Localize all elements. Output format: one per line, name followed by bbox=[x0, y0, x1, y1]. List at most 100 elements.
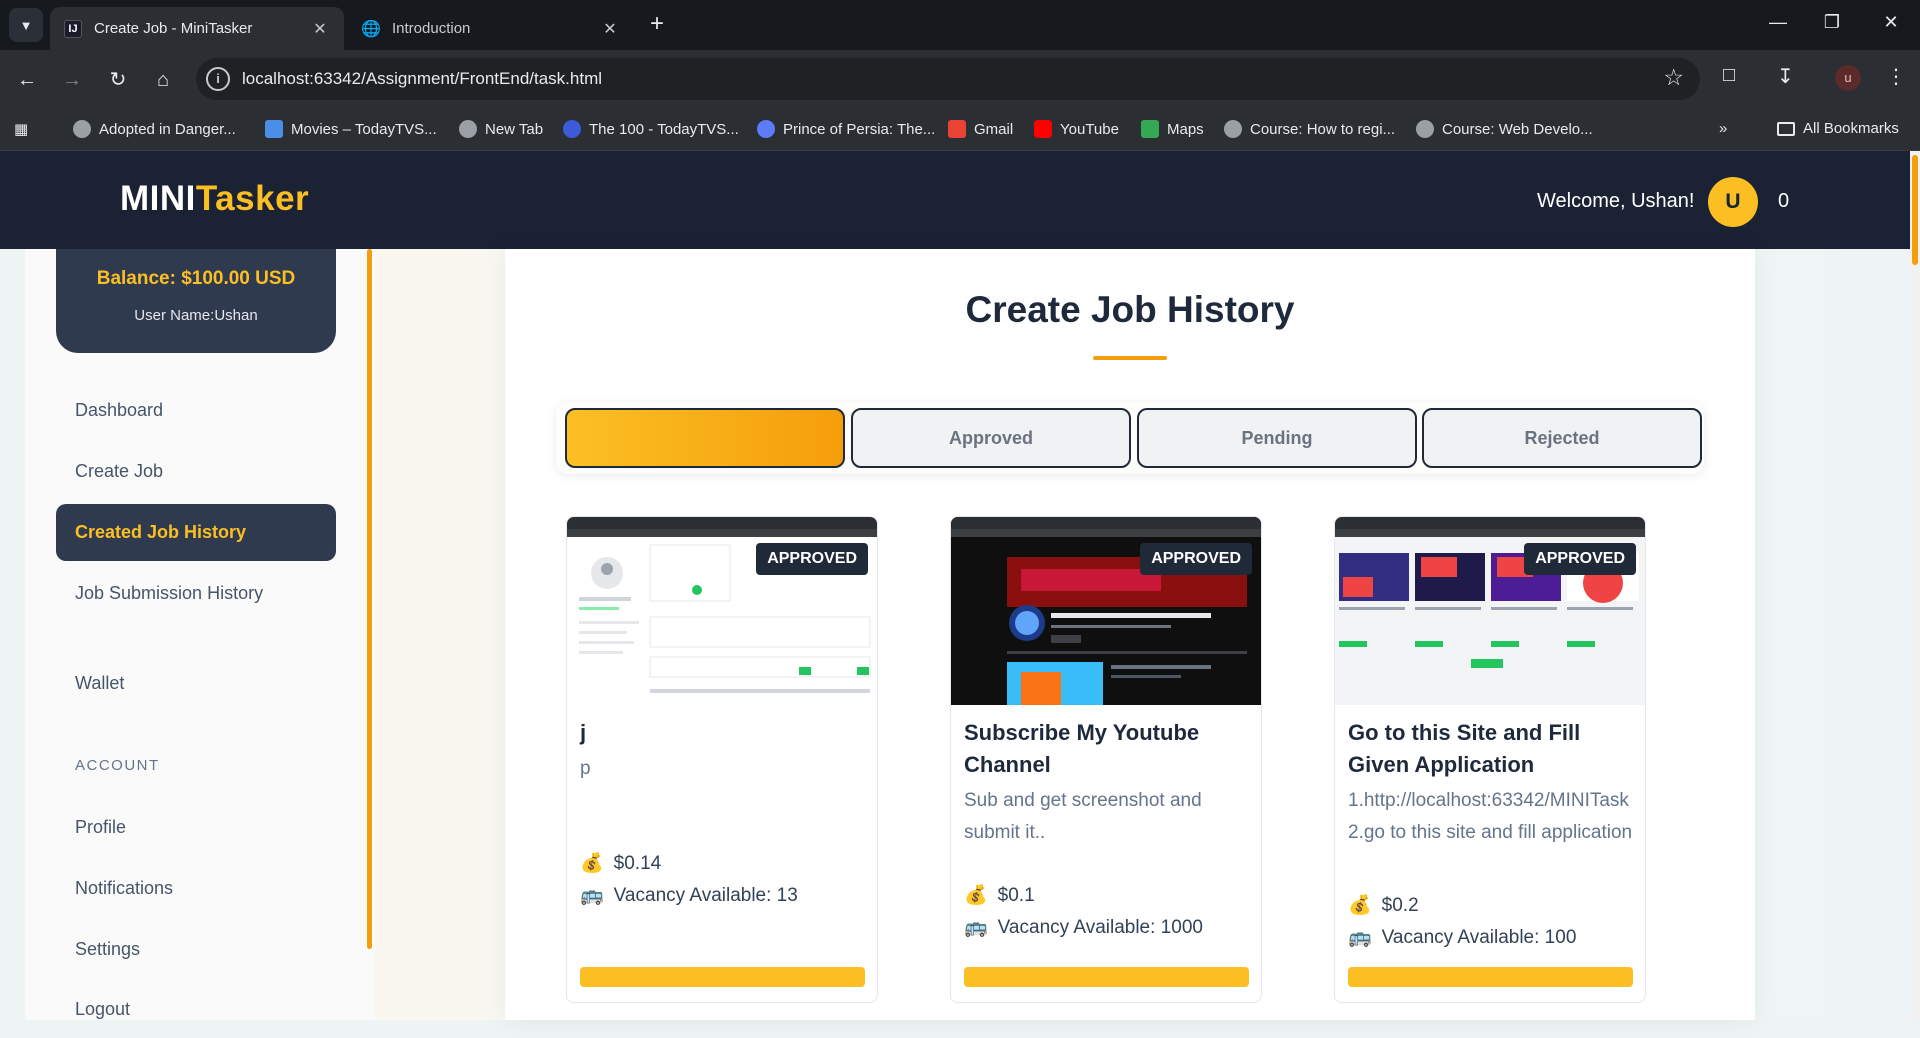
job-price: 💰 $0.2 bbox=[1348, 893, 1419, 917]
logo-part-tasker: Tasker bbox=[195, 179, 310, 218]
bus-icon: 🚌 bbox=[580, 885, 604, 906]
card-action-button[interactable] bbox=[580, 967, 865, 987]
notification-count[interactable]: 0 bbox=[1778, 190, 1789, 213]
tab-pending[interactable]: Pending bbox=[1137, 408, 1417, 468]
sidebar-item-wallet[interactable]: Wallet bbox=[56, 655, 336, 712]
tab-search-button[interactable]: ▼ bbox=[9, 8, 43, 42]
vacancy-value: Vacancy Available: 100 bbox=[1381, 927, 1577, 948]
kebab-menu-icon[interactable]: ⋮ bbox=[1886, 64, 1906, 89]
new-tab-button[interactable]: + bbox=[650, 11, 664, 37]
money-bag-icon: 💰 bbox=[1348, 895, 1372, 916]
card-action-button[interactable] bbox=[1348, 967, 1633, 987]
profile-avatar[interactable]: u bbox=[1835, 65, 1861, 91]
sidebar-item-create-job[interactable]: Create Job bbox=[56, 443, 336, 500]
price-value: $0.2 bbox=[1381, 895, 1419, 916]
status-badge: APPROVED bbox=[756, 543, 868, 575]
bookmark-item[interactable]: The 100 - TodayTVS... bbox=[563, 120, 739, 138]
apps-grid-icon[interactable]: ▦ bbox=[14, 120, 28, 138]
price-value: $0.14 bbox=[613, 853, 662, 874]
bookmark-item[interactable]: Gmail bbox=[948, 120, 1013, 138]
vacancy-value: Vacancy Available: 1000 bbox=[997, 917, 1203, 938]
browser-tab-active[interactable]: IJ Create Job - MiniTasker ✕ bbox=[50, 7, 344, 50]
sidebar-item-settings[interactable]: Settings bbox=[56, 921, 336, 978]
username-text: User Name:Ushan bbox=[134, 307, 258, 324]
all-bookmarks-button[interactable]: All Bookmarks bbox=[1777, 120, 1899, 137]
bus-icon: 🚌 bbox=[1348, 927, 1372, 948]
bookmark-item[interactable]: Maps bbox=[1141, 120, 1204, 138]
price-value: $0.1 bbox=[997, 885, 1035, 906]
card-action-button[interactable] bbox=[964, 967, 1249, 987]
sidebar-item-profile[interactable]: Profile bbox=[56, 799, 336, 856]
home-icon[interactable]: ⌂ bbox=[148, 65, 178, 95]
job-card[interactable]: APPROVED j p 💰 $0.14 🚌 Vacancy Available: … bbox=[566, 516, 878, 1003]
job-card[interactable]: APPROVED Go to this Site and Fill Given … bbox=[1334, 516, 1646, 1003]
bookmark-star-icon[interactable]: ☆ bbox=[1663, 64, 1684, 91]
todaytvs-icon bbox=[265, 120, 283, 138]
page-title: Create Job History bbox=[965, 289, 1295, 330]
sidebar-item-logout[interactable]: Logout bbox=[56, 981, 336, 1038]
tab-close-icon[interactable]: ✕ bbox=[600, 19, 620, 39]
restore-icon[interactable]: ❐ bbox=[1817, 12, 1847, 33]
site-info-icon[interactable]: i bbox=[206, 67, 230, 91]
intellij-favicon-icon: IJ bbox=[64, 19, 82, 38]
address-bar[interactable]: i localhost:63342/Assignment/FrontEnd/ta… bbox=[196, 58, 1700, 100]
bookmark-item[interactable]: Course: Web Develo... bbox=[1416, 120, 1593, 138]
sidebar-item-notifications[interactable]: Notifications bbox=[56, 860, 336, 917]
globe-icon bbox=[1416, 120, 1434, 138]
job-card[interactable]: APPROVED Subscribe My Youtube Channel Su… bbox=[950, 516, 1262, 1003]
bookmark-item[interactable]: YouTube bbox=[1034, 120, 1119, 138]
welcome-text: Welcome, Ushan! bbox=[1537, 190, 1695, 212]
balance-card: Balance: $100.00 USD User Name:Ushan bbox=[56, 249, 336, 353]
tab-close-icon[interactable]: ✕ bbox=[310, 19, 330, 39]
job-description: 1.http://localhost:63342/MINITask 2.go t… bbox=[1348, 790, 1633, 843]
status-badge: APPROVED bbox=[1524, 543, 1636, 575]
sidebar-scrollbar[interactable] bbox=[367, 249, 372, 949]
bookmark-item[interactable]: Prince of Persia: The... bbox=[757, 120, 935, 138]
window-close-icon[interactable]: ✕ bbox=[1876, 12, 1906, 33]
globe-icon bbox=[1224, 120, 1242, 138]
more-bookmarks-chevron-icon[interactable]: » bbox=[1719, 120, 1727, 137]
tab-rejected[interactable]: Rejected bbox=[1422, 408, 1702, 468]
job-description: p bbox=[580, 758, 591, 779]
browser-tab-inactive[interactable]: 🌐 Introduction ✕ bbox=[348, 7, 634, 50]
bookmark-item[interactable]: Adopted in Danger... bbox=[73, 120, 236, 138]
tab-all[interactable] bbox=[565, 408, 845, 468]
vacancy-value: Vacancy Available: 13 bbox=[613, 885, 798, 906]
tab-title: Introduction bbox=[392, 20, 471, 37]
bookmark-item[interactable]: Course: How to regi... bbox=[1224, 120, 1395, 138]
url-text[interactable]: localhost:63342/Assignment/FrontEnd/task… bbox=[242, 69, 602, 89]
job-title: j bbox=[580, 720, 587, 745]
bookmark-item[interactable]: Movies – TodayTVS... bbox=[265, 120, 437, 138]
job-description: Sub and get screenshot and submit it.. bbox=[964, 790, 1202, 843]
download-icon[interactable]: ↧ bbox=[1777, 64, 1794, 89]
gmail-icon bbox=[948, 120, 966, 138]
logo-part-mini: MINI bbox=[120, 179, 196, 218]
logo[interactable]: MINITasker bbox=[120, 179, 309, 219]
prince-of-persia-icon bbox=[757, 120, 775, 138]
maps-icon bbox=[1141, 120, 1159, 138]
job-vacancy: 🚌 Vacancy Available: 100 bbox=[1348, 925, 1576, 949]
money-bag-icon: 💰 bbox=[964, 885, 988, 906]
sidebar-item-dashboard[interactable]: Dashboard bbox=[56, 382, 336, 439]
status-filter-tabs: Approved Pending Rejected bbox=[556, 402, 1704, 474]
folder-icon bbox=[1777, 121, 1795, 136]
browser-tab-bar: ▼ IJ Create Job - MiniTasker ✕ 🌐 Introdu… bbox=[0, 0, 1920, 50]
reload-icon[interactable]: ↻ bbox=[103, 65, 133, 95]
extensions-icon[interactable]: □ bbox=[1723, 64, 1735, 87]
money-bag-icon: 💰 bbox=[580, 853, 604, 874]
job-vacancy: 🚌 Vacancy Available: 13 bbox=[580, 883, 798, 907]
globe-favicon-icon: 🌐 bbox=[361, 20, 381, 38]
sidebar-item-job-submission-history[interactable]: Job Submission History bbox=[56, 565, 336, 622]
page-scrollbar[interactable] bbox=[1910, 151, 1920, 1020]
balance-text: Balance: $100.00 USD bbox=[96, 268, 296, 289]
tab-approved[interactable]: Approved bbox=[851, 408, 1131, 468]
user-avatar[interactable]: U bbox=[1708, 177, 1758, 227]
bookmark-item[interactable]: New Tab bbox=[459, 120, 543, 138]
account-section-label: ACCOUNT bbox=[75, 757, 160, 774]
page-scrollbar-thumb[interactable] bbox=[1912, 155, 1918, 265]
sidebar-item-created-job-history[interactable]: Created Job History bbox=[56, 504, 336, 561]
bookmarks-bar: ▦ Adopted in Danger... Movies – TodayTVS… bbox=[0, 109, 1920, 151]
back-arrow-icon[interactable]: ← bbox=[12, 65, 42, 95]
minimize-icon[interactable]: — bbox=[1763, 12, 1793, 33]
forward-arrow-icon[interactable]: → bbox=[57, 65, 87, 95]
